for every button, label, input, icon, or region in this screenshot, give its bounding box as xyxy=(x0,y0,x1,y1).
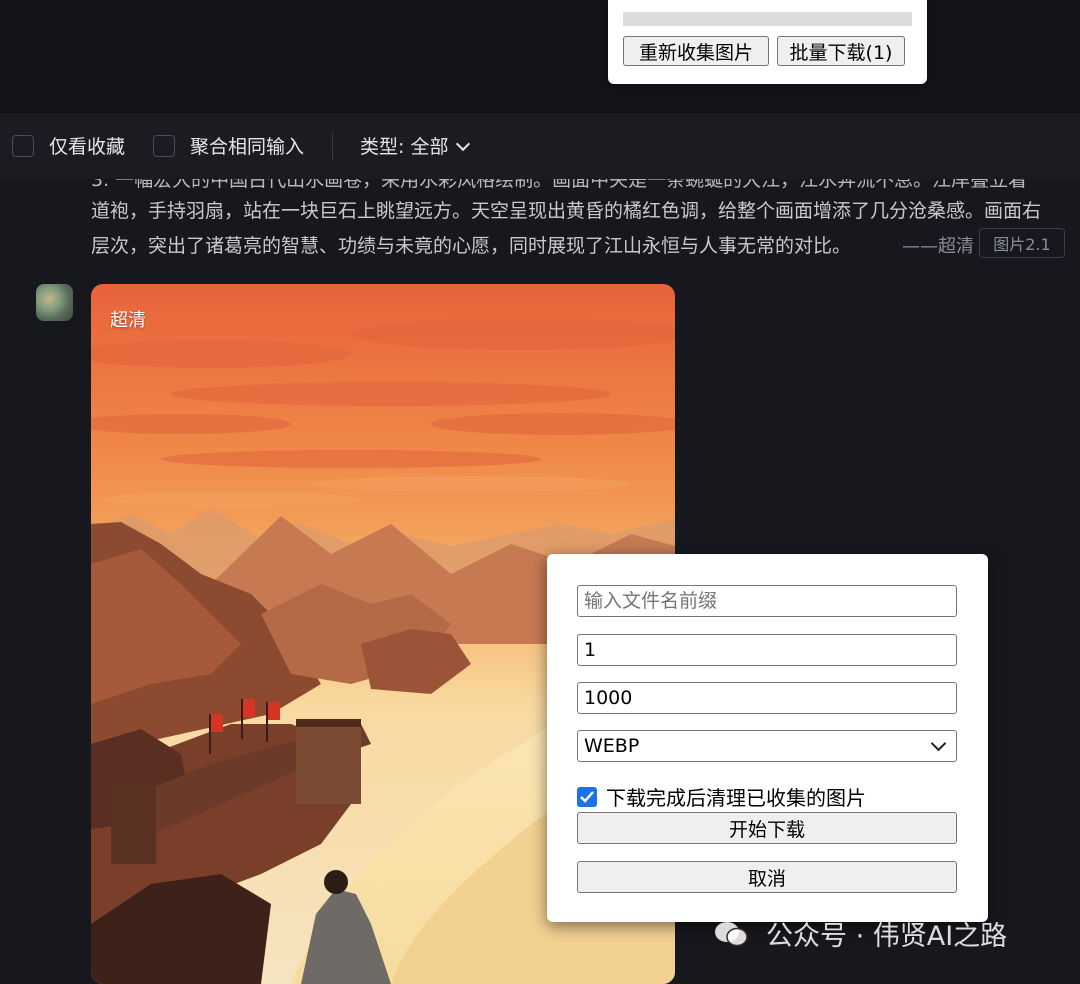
wechat-icon xyxy=(714,920,748,948)
description-line: 道袍，手持羽扇，站在一块巨石上眺望远方。天空呈现出黄昏的橘红色调，给整个画面增添… xyxy=(91,200,1042,222)
favorites-checkbox[interactable] xyxy=(12,135,34,157)
merge-input-label[interactable]: 聚合相同输入 xyxy=(190,132,304,159)
filter-divider xyxy=(332,133,333,159)
collect-progress-bar xyxy=(623,12,912,26)
description-line: 层次，突出了诸葛亮的智慧、功绩与未竟的心愿，同时展现了江山永恒与人事无常的对比。 xyxy=(91,235,852,257)
format-select[interactable]: WEBP xyxy=(577,730,957,762)
cleanup-checkbox[interactable] xyxy=(577,786,597,807)
description-cut-text: 3. 一幅宏大的中国古代山水画卷，采用水彩风格绘制。画面中央是一条蜿蜒的大江，江… xyxy=(91,179,1027,189)
chevron-down-icon xyxy=(930,735,947,751)
quality-byline: ——超清 xyxy=(902,236,974,257)
chevron-down-icon xyxy=(456,136,471,152)
favorites-label[interactable]: 仅看收藏 xyxy=(49,132,125,159)
format-select-value: WEBP xyxy=(584,735,640,757)
merge-input-checkbox[interactable] xyxy=(153,135,175,157)
cleanup-label[interactable]: 下载完成后清理已收集的图片 xyxy=(606,782,866,811)
recollect-images-button[interactable]: 重新收集图片 xyxy=(623,36,769,66)
cancel-button[interactable]: 取消 xyxy=(577,861,957,893)
batch-download-button[interactable]: 批量下载(1) xyxy=(777,36,905,66)
start-index-input[interactable] xyxy=(577,634,957,666)
filename-prefix-input[interactable] xyxy=(577,585,957,617)
batch-download-popup: 重新收集图片 批量下载(1) xyxy=(608,0,927,84)
description-cut-line: 3. 一幅宏大的中国古代山水画卷，采用水彩风格绘制。画面中央是一条蜿蜒的大江，江… xyxy=(91,179,1080,189)
type-filter-label: 类型: 全部 xyxy=(360,136,449,158)
download-settings-dialog: WEBP 下载完成后清理已收集的图片 开始下载 取消 xyxy=(547,554,988,922)
image-tag-button[interactable]: 图片2.1 xyxy=(979,228,1065,258)
bot-avatar xyxy=(36,284,73,321)
watermark-text: 公众号 · 伟贤AI之路 xyxy=(766,921,1008,952)
image-quality-label: 超清 xyxy=(110,310,146,331)
cleanup-option[interactable]: 下载完成后清理已收集的图片 xyxy=(577,782,866,811)
filter-bar: 仅看收藏 聚合相同输入 类型: 全部 xyxy=(0,113,1080,179)
watermark: 公众号 · 伟贤AI之路 xyxy=(714,914,1007,953)
end-index-input[interactable] xyxy=(577,682,957,714)
start-download-button[interactable]: 开始下载 xyxy=(577,812,957,844)
checkmark-icon xyxy=(580,790,594,803)
type-filter-dropdown[interactable]: 类型: 全部 xyxy=(360,132,471,159)
